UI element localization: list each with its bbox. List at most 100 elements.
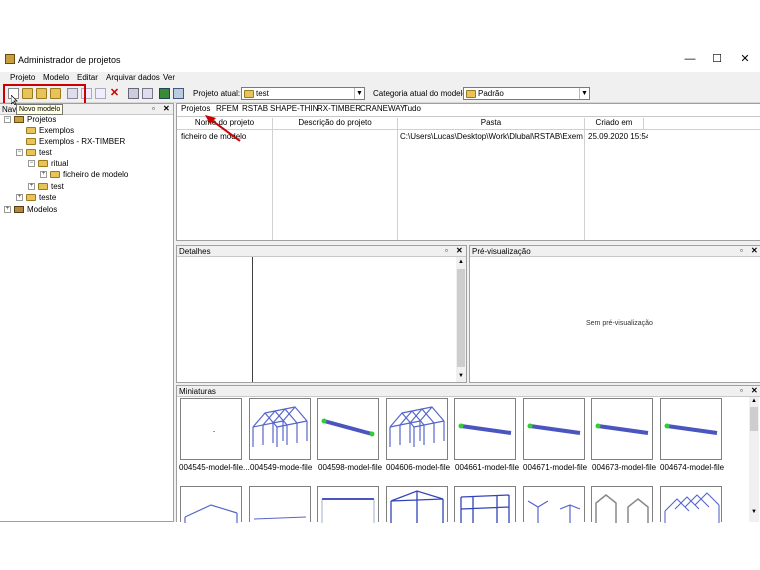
maximize-button[interactable]: ☐	[710, 52, 724, 66]
pin-icon[interactable]: ▫	[740, 246, 743, 255]
chevron-down-icon[interactable]: ▼	[354, 88, 364, 99]
folder-icon	[466, 90, 476, 98]
tab-craneway[interactable]: CRANEWAY	[360, 104, 405, 116]
column-header-description[interactable]: Descrição do projeto	[273, 118, 397, 129]
pin-icon[interactable]: ▫	[152, 104, 155, 113]
thumbnail-card[interactable]	[591, 486, 653, 523]
tooltip: Novo modelo	[16, 104, 64, 115]
thumbnails-title: Miniaturas	[179, 387, 216, 396]
thumbnail-card[interactable]	[249, 486, 311, 522]
thumbnail-card[interactable]	[317, 398, 379, 460]
thumbnail-card[interactable]	[591, 398, 653, 460]
window-title: Administrador de projetos	[18, 55, 121, 65]
collapse-icon[interactable]: −	[4, 116, 11, 123]
beam-icon	[321, 418, 375, 437]
scroll-down-icon[interactable]: ▼	[458, 373, 464, 379]
menu-editar[interactable]: Editar	[77, 73, 98, 82]
beam-icon	[595, 423, 649, 435]
tab-rx-timber[interactable]: RX-TIMBER	[317, 104, 361, 116]
thumbnail-card[interactable]	[523, 486, 585, 523]
beam-icon	[321, 498, 375, 523]
menu-ver[interactable]: Ver	[163, 73, 175, 82]
delete-icon[interactable]: ✕	[109, 88, 120, 99]
view-grid-icon[interactable]	[159, 88, 170, 99]
tree-label: Modelos	[27, 205, 58, 214]
header-divider	[177, 129, 760, 130]
view-details-icon[interactable]	[173, 88, 184, 99]
preview-panel: Pré-visualização ▫ ✕ Sem pré-visualizaçã…	[469, 245, 760, 383]
close-icon[interactable]: ✕	[163, 104, 170, 113]
scrollbar-thumb[interactable]	[457, 269, 465, 367]
title-bar: Administrador de projetos — ☐ ✕	[0, 46, 760, 72]
expand-icon[interactable]: +	[40, 171, 47, 178]
mouse-cursor-icon	[10, 94, 19, 106]
details-panel: Detalhes ▫ ✕	[176, 245, 467, 383]
tree-label: ritual	[51, 159, 69, 168]
thumbnail-card[interactable]	[454, 398, 516, 460]
duplicate-icon[interactable]	[95, 88, 106, 99]
expand-icon[interactable]: +	[4, 206, 11, 213]
folder-icon	[26, 138, 36, 145]
image-icon[interactable]	[142, 88, 153, 99]
scroll-up-icon[interactable]: ▲	[751, 398, 757, 404]
thumbnail-card[interactable]	[180, 398, 242, 460]
close-icon[interactable]: ✕	[751, 246, 758, 255]
navigator-panel: Nav tos ▫ ✕	[0, 103, 174, 522]
folder-icon	[26, 149, 36, 156]
toolbar: ✕ Projeto atual: test ▼ Categoria atual …	[0, 85, 760, 103]
project-select-value: test	[256, 89, 269, 98]
thumbnail-card[interactable]	[180, 486, 242, 523]
close-icon[interactable]: ✕	[456, 246, 463, 255]
tab-tudo[interactable]: Tudo	[403, 104, 421, 116]
collapse-icon[interactable]: −	[28, 160, 35, 167]
models-icon	[14, 206, 24, 213]
menu-projeto[interactable]: Projeto	[10, 73, 35, 82]
thumbnail-card[interactable]	[523, 398, 585, 460]
category-label: Categoria atual do modelo	[373, 89, 467, 98]
menu-arquivar-dados[interactable]: Arquivar dados	[106, 73, 160, 82]
tree-label: Projetos	[27, 115, 57, 124]
expand-icon[interactable]: +	[16, 194, 23, 201]
app-icon	[5, 54, 15, 64]
tree-label: ficheiro de modelo	[63, 170, 129, 179]
scroll-up-icon[interactable]: ▲	[458, 259, 464, 265]
folder-icon	[50, 171, 60, 178]
tab-shape-thin[interactable]: SHAPE-THIN	[270, 104, 318, 116]
close-button[interactable]: ✕	[738, 52, 752, 66]
thumbnail-card[interactable]	[660, 398, 722, 460]
chevron-down-icon[interactable]: ▼	[579, 88, 589, 99]
collapse-icon[interactable]: −	[16, 149, 23, 156]
thumbnail-card[interactable]	[249, 398, 311, 460]
close-icon[interactable]: ✕	[751, 386, 758, 395]
beam-icon	[527, 423, 581, 435]
preview-header: Pré-visualização ▫ ✕	[470, 246, 760, 257]
thumbnail-dot	[213, 431, 215, 432]
scroll-down-icon[interactable]: ▼	[751, 509, 757, 515]
pin-icon[interactable]: ▫	[740, 386, 743, 395]
thumbnail-card[interactable]	[386, 398, 448, 460]
project-select[interactable]: test ▼	[241, 87, 365, 100]
beam-icon	[664, 423, 718, 435]
thumbnail-card[interactable]	[386, 486, 448, 523]
tab-rstab[interactable]: RSTAB	[242, 104, 268, 116]
thumbnail-card[interactable]	[454, 486, 516, 523]
details-scrollbar[interactable]: ▲ ▼	[456, 257, 466, 382]
category-select[interactable]: Padrão ▼	[463, 87, 590, 100]
thumbnails-scrollbar[interactable]: ▲ ▼	[749, 397, 759, 522]
scrollbar-thumb[interactable]	[750, 407, 758, 431]
pin-icon[interactable]: ▫	[445, 246, 448, 255]
thumbnail-card[interactable]	[660, 486, 722, 523]
expand-icon[interactable]: +	[28, 183, 35, 190]
column-divider	[397, 118, 398, 240]
column-header-folder[interactable]: Pasta	[398, 118, 584, 129]
details-splitter[interactable]	[252, 257, 253, 382]
properties-icon[interactable]	[128, 88, 139, 99]
tree-label: test	[51, 182, 64, 191]
frame-structure-icon	[184, 504, 238, 523]
menu-modelo[interactable]: Modelo	[43, 73, 69, 82]
folder-icon	[38, 183, 48, 190]
minimize-button[interactable]: —	[683, 52, 697, 66]
folder-icon	[244, 90, 254, 98]
thumbnail-card[interactable]	[317, 486, 379, 523]
column-header-created[interactable]: Criado em	[585, 118, 643, 129]
